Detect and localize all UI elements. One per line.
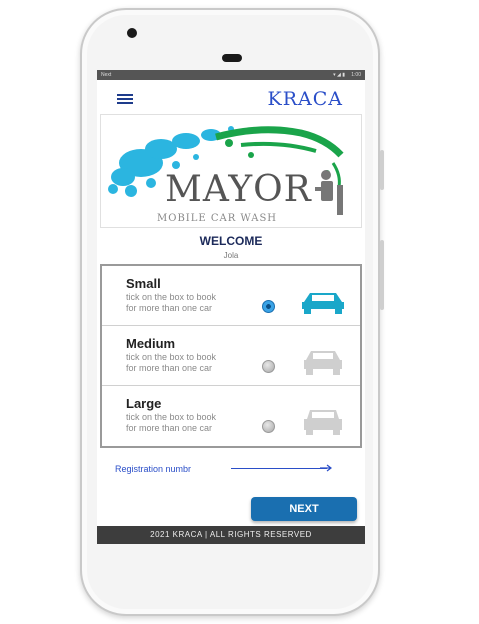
footer-copyright: 2021 KRACA | ALL RIGHTS RESERVED bbox=[97, 526, 365, 544]
volume-button bbox=[380, 150, 384, 190]
option-title: Medium bbox=[126, 336, 176, 351]
radio-medium[interactable] bbox=[262, 360, 275, 373]
option-desc-line2: for more than one car bbox=[126, 303, 213, 313]
car-size-options: Small tick on the box to book for more t… bbox=[100, 264, 362, 448]
option-large[interactable]: Large tick on the box to book for more t… bbox=[102, 386, 360, 446]
option-title: Small bbox=[126, 276, 161, 291]
option-description: tick on the box to book for more than on… bbox=[126, 292, 266, 314]
option-desc-line2: for more than one car bbox=[126, 363, 213, 373]
earpiece-speaker bbox=[222, 54, 242, 62]
front-camera bbox=[127, 28, 137, 38]
next-button[interactable]: NEXT bbox=[251, 497, 357, 521]
option-desc-line1: tick on the box to book bbox=[126, 352, 217, 362]
hamburger-menu-icon[interactable] bbox=[117, 94, 133, 104]
option-description: tick on the box to book for more than on… bbox=[126, 412, 266, 434]
user-name: Jola bbox=[223, 251, 239, 260]
large-car-icon bbox=[304, 410, 342, 435]
power-button bbox=[380, 240, 384, 310]
radio-small[interactable] bbox=[262, 300, 275, 313]
status-bar: Next ▾ ◢ ▮ 1:00 bbox=[97, 70, 365, 80]
option-desc-line1: tick on the box to book bbox=[126, 412, 217, 422]
option-description: tick on the box to book for more than on… bbox=[126, 352, 266, 374]
banner-title: MAYOR bbox=[165, 169, 312, 210]
option-desc-line1: tick on the box to book bbox=[126, 292, 217, 302]
mayor-logo-banner: MAYOR MOBILE CAR WASH bbox=[100, 114, 362, 228]
app-screen: Next ▾ ◢ ▮ 1:00 KRACA MAYOR MOBILE CAR W… bbox=[97, 70, 365, 544]
option-small[interactable]: Small tick on the box to book for more t… bbox=[102, 266, 360, 326]
small-car-icon bbox=[302, 293, 344, 314]
option-title: Large bbox=[126, 396, 162, 411]
signal-wifi-battery-icon: ▾ ◢ ▮ bbox=[333, 72, 345, 78]
status-left-text: Next bbox=[101, 72, 112, 78]
status-time: 1:00 bbox=[351, 72, 361, 78]
brand-title: KRACA bbox=[267, 88, 343, 110]
medium-car-icon bbox=[304, 351, 342, 375]
option-medium[interactable]: Medium tick on the box to book for more … bbox=[102, 326, 360, 386]
registration-label: Registration numbr bbox=[115, 464, 192, 474]
option-desc-line2: for more than one car bbox=[126, 423, 213, 433]
banner-subtitle: MOBILE CAR WASH bbox=[157, 213, 278, 224]
radio-large[interactable] bbox=[262, 420, 275, 433]
app-bar: KRACA bbox=[97, 80, 365, 114]
arrow-right-icon[interactable] bbox=[319, 464, 333, 472]
registration-input[interactable] bbox=[231, 468, 327, 469]
welcome-heading: WELCOME bbox=[199, 234, 263, 248]
